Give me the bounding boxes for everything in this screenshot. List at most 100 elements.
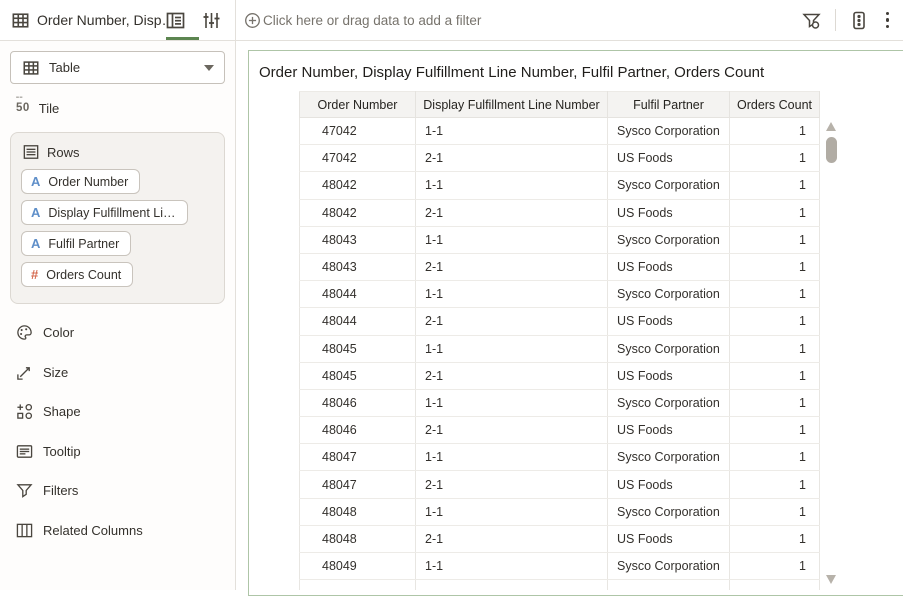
table-cell: 48044	[300, 308, 416, 335]
table-cell: 1	[730, 498, 820, 525]
sidebar-item-size[interactable]: Size	[10, 353, 225, 393]
more-options-menu-icon[interactable]	[882, 10, 894, 31]
table-row[interactable]: 480422-1US Foods1	[300, 199, 820, 226]
table-cell: 48042	[300, 172, 416, 199]
table-cell: 2-1	[416, 145, 608, 172]
toolbar-divider	[835, 9, 836, 31]
table-row[interactable]: 480471-1Sysco Corporation1	[300, 444, 820, 471]
chevron-down-icon	[204, 65, 214, 71]
table-row[interactable]: 480441-1Sysco Corporation1	[300, 281, 820, 308]
tile-icon: 50	[16, 102, 30, 114]
table-cell: 48045	[300, 335, 416, 362]
filter-bar[interactable]: Click here or drag data to add a filter	[236, 0, 802, 40]
sidebar-item-related-columns[interactable]: Related Columns	[10, 511, 225, 551]
table-cell: US Foods	[608, 308, 730, 335]
table-row[interactable]: 480482-1US Foods1	[300, 525, 820, 552]
sidebar-item-shape[interactable]: Shape	[10, 392, 225, 432]
viz-tab-title: Order Number, Disp…	[37, 12, 165, 28]
table-cell: 1	[730, 199, 820, 226]
table-cell: 2-1	[416, 253, 608, 280]
text-attribute-icon: A	[31, 174, 40, 189]
table-cell: Sysco Corporation	[608, 172, 730, 199]
table-row[interactable]: 480472-1US Foods1	[300, 471, 820, 498]
column-header-orders-count[interactable]: Orders Count	[730, 92, 820, 118]
scroll-down-arrow-icon[interactable]	[826, 575, 836, 584]
filter-settings-icon[interactable]	[802, 11, 821, 30]
pill-orders-count[interactable]: # Orders Count	[21, 262, 133, 287]
grammar-panel-icon[interactable]	[166, 11, 185, 30]
table-cell: 1	[730, 389, 820, 416]
table-cell: Sysco Corporation	[608, 444, 730, 471]
table-cell: 1-1	[416, 226, 608, 253]
table-cell: 48049	[300, 553, 416, 580]
table-cell: 1	[730, 281, 820, 308]
table-cell: US Foods	[608, 471, 730, 498]
pill-label: Order Number	[48, 175, 128, 189]
table-cell: 1	[730, 118, 820, 145]
sidebar-item-tooltip[interactable]: Tooltip	[10, 432, 225, 472]
vertical-scrollbar[interactable]	[823, 117, 839, 589]
table-cell: 1-1	[416, 389, 608, 416]
table-row[interactable]: 480442-1US Foods1	[300, 308, 820, 335]
properties-sliders-icon[interactable]	[202, 11, 221, 30]
size-icon	[16, 364, 33, 381]
table-cell: Sysco Corporation	[608, 389, 730, 416]
add-filter-plus-icon	[244, 12, 261, 29]
table-cell: 2-1	[416, 308, 608, 335]
pill-fulfil-partner[interactable]: A Fulfil Partner	[21, 231, 131, 256]
column-header-display-fulfillment-line-number[interactable]: Display Fulfillment Line Number	[416, 92, 608, 118]
table-cell: 1-1	[416, 118, 608, 145]
scroll-up-arrow-icon[interactable]	[826, 122, 836, 131]
scrollbar-thumb[interactable]	[826, 137, 837, 163]
table-row[interactable]: 480481-1Sysco Corporation1	[300, 498, 820, 525]
table-row[interactable]: 480431-1Sysco Corporation1	[300, 226, 820, 253]
pill-order-number[interactable]: A Order Number	[21, 169, 140, 194]
table-cell: Sysco Corporation	[608, 281, 730, 308]
viz-type-select[interactable]: Table	[10, 51, 225, 84]
table-row[interactable]: 480451-1Sysco Corporation1	[300, 335, 820, 362]
table-cell: 1-1	[416, 498, 608, 525]
table-cell: 48042	[300, 199, 416, 226]
table-cell: 1-1	[416, 444, 608, 471]
grammar-sidebar: Table 50 Tile Rows A Order Number A Disp…	[0, 41, 236, 590]
table-cell: 1-1	[416, 335, 608, 362]
table-row[interactable]: 480432-1US Foods1	[300, 253, 820, 280]
table-row[interactable]: 480421-1Sysco Corporation1	[300, 172, 820, 199]
color-palette-icon	[16, 324, 33, 341]
table-row[interactable]: 480491-1Sysco Corporation1	[300, 553, 820, 580]
table-cell: 1	[730, 362, 820, 389]
table-cell: 47042	[300, 118, 416, 145]
tile-field-well[interactable]: 50 Tile	[16, 97, 225, 119]
conditional-formatting-icon[interactable]	[850, 11, 868, 30]
table-row[interactable]: 470422-1US Foods1	[300, 145, 820, 172]
table-cell: 2-1	[416, 199, 608, 226]
sidebar-item-label: Filters	[43, 483, 78, 498]
table-grid-icon	[23, 60, 39, 76]
table-cell: 1	[730, 308, 820, 335]
table-cell: 48047	[300, 444, 416, 471]
table-cell: 2-1	[416, 362, 608, 389]
text-attribute-icon: A	[31, 236, 40, 251]
table-cell	[730, 580, 820, 590]
sidebar-item-label: Shape	[43, 404, 81, 419]
pill-display-fulfillment-line[interactable]: A Display Fulfillment Li…	[21, 200, 188, 225]
table-cell: Sysco Corporation	[608, 226, 730, 253]
sidebar-item-filters[interactable]: Filters	[10, 471, 225, 511]
viz-tab[interactable]: Order Number, Disp…	[0, 0, 236, 40]
table-row[interactable]: 470421-1Sysco Corporation1	[300, 118, 820, 145]
pill-label: Fulfil Partner	[48, 237, 119, 251]
column-header-fulfil-partner[interactable]: Fulfil Partner	[608, 92, 730, 118]
sidebar-item-color[interactable]: Color	[10, 313, 225, 353]
table-cell: US Foods	[608, 253, 730, 280]
table-visualization[interactable]: Order Number, Display Fulfillment Line N…	[248, 50, 903, 596]
table-row[interactable]: 480461-1Sysco Corporation1	[300, 389, 820, 416]
table-row[interactable]: 480462-1US Foods1	[300, 417, 820, 444]
table-cell: US Foods	[608, 362, 730, 389]
viz-title: Order Number, Display Fulfillment Line N…	[259, 64, 764, 81]
table-cell: 2-1	[416, 417, 608, 444]
table-cell: US Foods	[608, 417, 730, 444]
table-row[interactable]: 480452-1US Foods1	[300, 362, 820, 389]
column-header-order-number[interactable]: Order Number	[300, 92, 416, 118]
tooltip-icon	[16, 443, 33, 460]
table-cell: 1-1	[416, 172, 608, 199]
